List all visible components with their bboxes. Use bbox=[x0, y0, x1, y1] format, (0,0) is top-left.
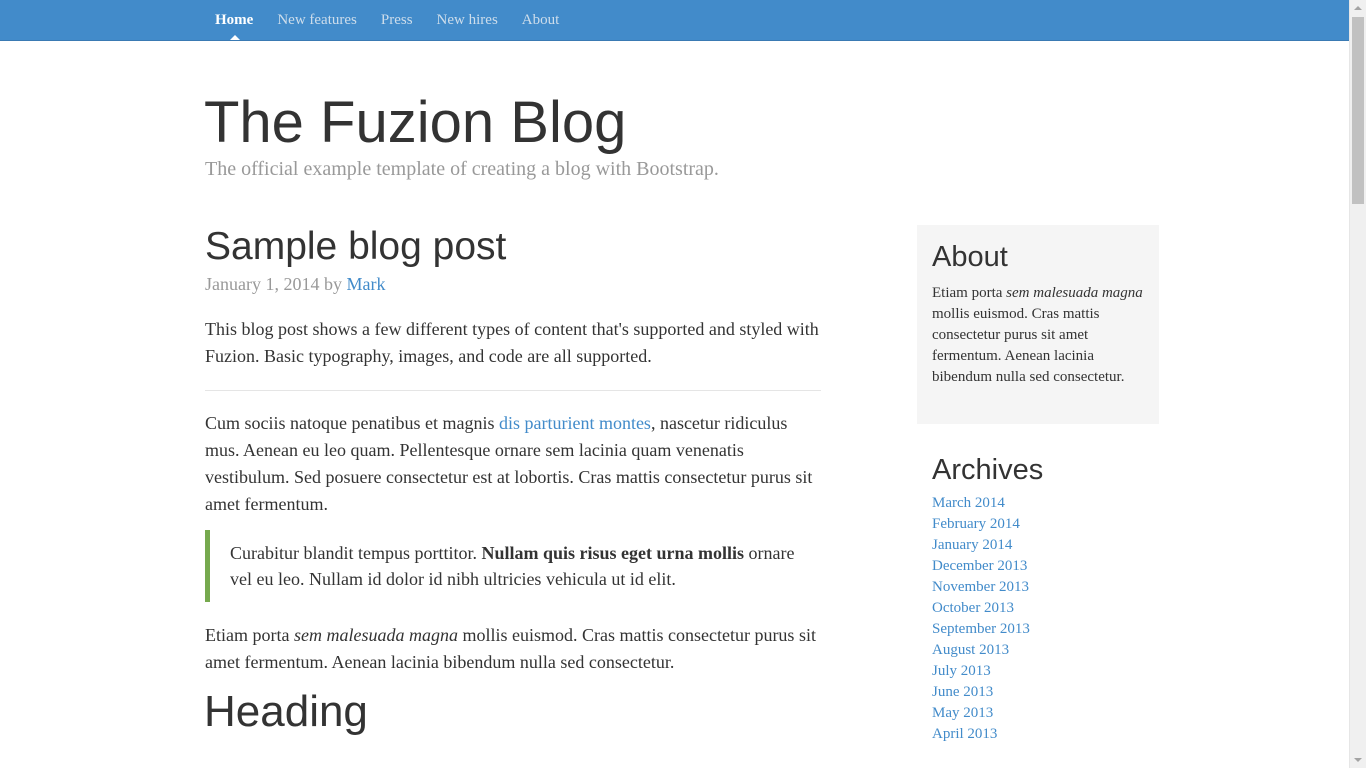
post-divider bbox=[205, 390, 821, 391]
about-text-end: mollis euismod. Cras mattis consectetur … bbox=[932, 306, 1125, 385]
paragraph-text-start: Cum sociis natoque penatibus et magnis bbox=[205, 413, 499, 433]
blockquote: Curabitur blandit tempus porttitor. Null… bbox=[205, 530, 821, 602]
post-title: Sample blog post bbox=[205, 225, 507, 268]
blog-title: The Fuzion Blog bbox=[204, 90, 627, 155]
scrollbar-thumb[interactable] bbox=[1352, 17, 1364, 204]
archive-link-january-2014[interactable]: January 2014 bbox=[932, 537, 1012, 553]
archive-link-november-2013[interactable]: November 2013 bbox=[932, 579, 1029, 595]
paragraph-2-text-start: Etiam porta bbox=[205, 625, 294, 645]
page-scrollbar[interactable] bbox=[1349, 0, 1366, 768]
sidebar-about-title: About bbox=[932, 241, 1008, 273]
post-intro: This blog post shows a few different typ… bbox=[205, 319, 819, 366]
post-meta: January 1, 2014 by Mark bbox=[205, 272, 821, 296]
nav-item-new-hires[interactable]: New hires bbox=[437, 12, 498, 29]
archive-link-july-2013[interactable]: July 2013 bbox=[932, 663, 991, 679]
nav-item-press[interactable]: Press bbox=[381, 12, 413, 29]
archive-item: August 2013 bbox=[932, 640, 1159, 661]
archive-item: April 2013 bbox=[932, 724, 1159, 745]
archives-list: March 2014 February 2014 January 2014 De… bbox=[932, 493, 1159, 745]
archive-item: July 2013 bbox=[932, 661, 1159, 682]
archive-link-february-2014[interactable]: February 2014 bbox=[932, 516, 1020, 532]
active-nav-indicator bbox=[230, 35, 240, 40]
archive-item: February 2014 bbox=[932, 514, 1159, 535]
scroll-up-arrow-icon[interactable] bbox=[1354, 6, 1362, 10]
archive-item: May 2013 bbox=[932, 703, 1159, 724]
post-author-link[interactable]: Mark bbox=[346, 274, 385, 294]
archive-item: October 2013 bbox=[932, 598, 1159, 619]
post-paragraph: Cum sociis natoque penatibus et magnis d… bbox=[205, 410, 821, 518]
post-paragraph-2: Etiam porta sem malesuada magna mollis e… bbox=[205, 622, 821, 676]
nav-item-new-features[interactable]: New features bbox=[277, 12, 357, 29]
archive-item: December 2013 bbox=[932, 556, 1159, 577]
post-date: January 1, 2014 by bbox=[205, 274, 342, 294]
archive-link-march-2014[interactable]: March 2014 bbox=[932, 495, 1005, 511]
sidebar-about-module: About Etiam porta sem malesuada magna mo… bbox=[917, 225, 1159, 424]
archive-link-april-2013[interactable]: April 2013 bbox=[932, 726, 997, 742]
archive-item: November 2013 bbox=[932, 577, 1159, 598]
scroll-down-arrow-icon[interactable] bbox=[1354, 758, 1362, 762]
archive-item: March 2014 bbox=[932, 493, 1159, 514]
blog-main: Sample blog post January 1, 2014 by Mark… bbox=[204, 224, 821, 738]
about-text-italic: sem malesuada magna bbox=[1006, 285, 1143, 301]
blog-description: The official example template of creatin… bbox=[205, 158, 719, 180]
paragraph-link[interactable]: dis parturient montes bbox=[499, 413, 651, 433]
about-text-start: Etiam porta bbox=[932, 285, 1007, 301]
archive-link-may-2013[interactable]: May 2013 bbox=[932, 705, 993, 721]
sidebar-about-text: Etiam porta sem malesuada magna mollis e… bbox=[932, 283, 1144, 388]
top-navbar: Home New features Press New hires About bbox=[0, 0, 1349, 40]
nav-item-home[interactable]: Home bbox=[215, 12, 253, 29]
archive-link-october-2013[interactable]: October 2013 bbox=[932, 600, 1014, 616]
archive-item: January 2014 bbox=[932, 535, 1159, 556]
sidebar-archives-module: Archives March 2014 February 2014 Januar… bbox=[932, 452, 1159, 745]
archive-item: September 2013 bbox=[932, 619, 1159, 640]
archive-link-september-2013[interactable]: September 2013 bbox=[932, 621, 1030, 637]
quote-bold-text: Nullam quis risus eget urna mollis bbox=[481, 543, 745, 563]
paragraph-2-italic: sem malesuada magna bbox=[293, 625, 458, 645]
archive-link-june-2013[interactable]: June 2013 bbox=[932, 684, 993, 700]
nav-menu: Home New features Press New hires About bbox=[205, 0, 583, 40]
post-heading: Heading bbox=[204, 687, 368, 736]
sidebar-archives-title: Archives bbox=[932, 454, 1044, 486]
archive-link-december-2013[interactable]: December 2013 bbox=[932, 558, 1027, 574]
archive-item: June 2013 bbox=[932, 682, 1159, 703]
archive-link-august-2013[interactable]: August 2013 bbox=[932, 642, 1009, 658]
quote-text-start: Curabitur blandit tempus porttitor. bbox=[230, 543, 482, 563]
nav-item-about[interactable]: About bbox=[522, 12, 560, 29]
